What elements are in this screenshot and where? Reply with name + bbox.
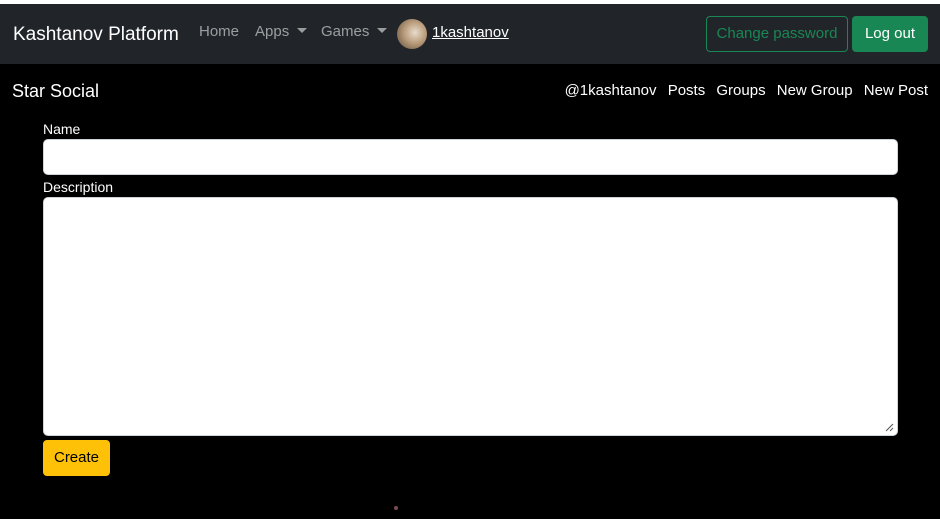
navbar: Kashtanov Platform Home Apps Games 1kash… (0, 4, 940, 64)
subnav-user-handle[interactable]: @1kashtanov (565, 82, 657, 99)
navbar-brand[interactable]: Kashtanov Platform (13, 24, 179, 46)
logout-button[interactable]: Log out (852, 16, 928, 52)
create-button[interactable]: Create (43, 440, 110, 476)
subnav-groups[interactable]: Groups (716, 82, 765, 99)
nav-dropdown-games[interactable]: Games (321, 23, 388, 40)
nav-link-home[interactable]: Home (199, 23, 239, 40)
nav-dropdown-apps[interactable]: Apps (255, 23, 308, 40)
name-label: Name (43, 121, 81, 137)
page-title[interactable]: Star Social (12, 81, 99, 102)
decorative-dot (394, 506, 398, 510)
subnav-posts[interactable]: Posts (668, 82, 706, 99)
description-label: Description (43, 179, 114, 195)
resize-grip-icon[interactable] (884, 422, 894, 432)
subnav-new-post[interactable]: New Post (864, 82, 928, 99)
caret-down-icon (377, 28, 388, 33)
avatar[interactable] (397, 19, 427, 49)
sub-navigation: @1kashtanov Posts Groups New Group New P… (558, 82, 928, 99)
username-link[interactable]: 1kashtanov (432, 24, 509, 41)
change-password-button[interactable]: Change password (706, 16, 848, 52)
subnav-new-group[interactable]: New Group (777, 82, 853, 99)
name-input[interactable] (43, 139, 898, 175)
caret-down-icon (297, 28, 308, 33)
description-textarea[interactable] (43, 197, 898, 436)
